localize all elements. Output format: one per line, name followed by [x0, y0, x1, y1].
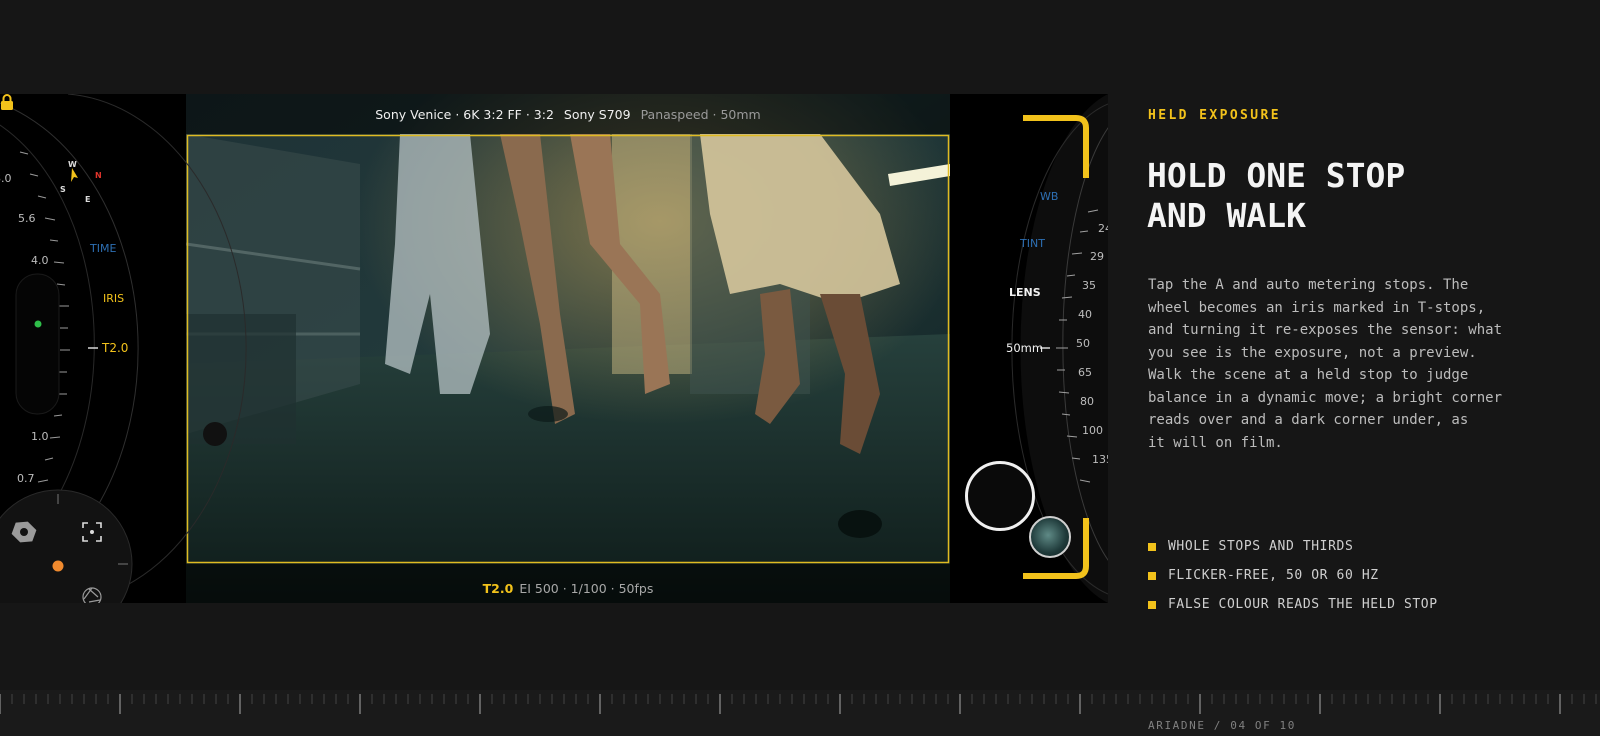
camera-graphics	[0, 94, 1108, 603]
focal-scale-65: 65	[1078, 366, 1092, 379]
compass-n: N	[95, 171, 102, 180]
lens-info: Panaspeed · 50mm	[640, 106, 761, 122]
feature-item: WHOLE STOPS AND THIRDS	[1148, 532, 1438, 561]
iris-scale-1: 1.0	[31, 430, 49, 443]
progress-ruler[interactable]	[0, 690, 1600, 736]
compass-s: S	[60, 185, 66, 194]
mode-wb[interactable]: WB	[1040, 190, 1058, 203]
tstop-readout: T2.0	[482, 580, 514, 596]
viewfinder-bottom-bar: T2.0 EI 500 · 1/100 · 50fps	[186, 574, 950, 602]
lens-model: Sony S709	[563, 106, 631, 122]
viewfinder-top-bar: Sony Venice · 6K 3:2 FF · 3:2 Sony S709 …	[186, 94, 950, 134]
focal-scale-135: 135	[1092, 453, 1108, 466]
focal-scale-100: 100	[1082, 424, 1103, 437]
iris-scale-5-6: 5.6	[18, 212, 36, 225]
last-capture-thumbnail[interactable]	[1029, 516, 1071, 558]
section-eyebrow: HELD EXPOSURE	[1148, 108, 1281, 123]
feature-label: FLICKER-FREE, 50 OR 60 HZ	[1168, 568, 1379, 583]
mode-time[interactable]: TIME	[90, 242, 116, 255]
shutter-button[interactable]	[965, 461, 1035, 531]
iris-scale-8: 8.0	[0, 172, 12, 185]
body-line: Tap the A and auto metering stops. The	[1148, 277, 1469, 293]
headline-line: AND WALK	[1147, 196, 1306, 235]
compass-w: W	[68, 160, 77, 169]
body-line: wheel becomes an iris marked in T-stops,	[1148, 299, 1486, 316]
iris-value: T2.0	[102, 341, 129, 355]
focal-scale-35: 35	[1082, 279, 1096, 292]
body-line: you see is the exposure, not a preview.	[1148, 344, 1477, 361]
camera-format: Sony Venice · 6K 3:2 FF · 3:2	[375, 106, 554, 122]
focal-scale-80: 80	[1080, 395, 1094, 408]
bullet-icon	[1148, 600, 1156, 609]
camera-ui: Sony Venice · 6K 3:2 FF · 3:2 Sony S709 …	[0, 94, 1108, 603]
bullet-icon	[1148, 542, 1156, 551]
lock-icon[interactable]	[0, 94, 14, 110]
body-line: reads over and a dark corner under, as	[1148, 412, 1469, 428]
body-line: balance in a dynamic move; a bright corn…	[1148, 389, 1503, 406]
body-line: and turning it re-exposes the sensor: wh…	[1148, 322, 1503, 338]
mode-iris[interactable]: IRIS	[103, 292, 124, 305]
focal-scale-29: 29	[1090, 250, 1104, 263]
headline: HOLD ONE STOP AND WALK	[1147, 156, 1567, 236]
bullet-icon	[1148, 571, 1156, 580]
mode-lens[interactable]: LENS	[1009, 286, 1041, 299]
orange-indicator	[52, 560, 64, 572]
exposure-readout: EI 500 · 1/100 · 50fps	[519, 580, 654, 596]
feature-label: WHOLE STOPS AND THIRDS	[1168, 539, 1354, 554]
feature-item: FLICKER-FREE, 50 OR 60 HZ	[1148, 561, 1438, 590]
feature-list: WHOLE STOPS AND THIRDS FLICKER-FREE, 50 …	[1148, 532, 1438, 619]
body-line: it will on film.	[1148, 434, 1283, 451]
viewfinder-scene	[186, 94, 950, 603]
compass-e: E	[85, 195, 91, 204]
body-line: Walk the scene at a held stop to judge	[1148, 367, 1469, 383]
headline-line: HOLD ONE STOP	[1147, 156, 1406, 195]
feature-label: FALSE COLOUR READS THE HELD STOP	[1168, 597, 1438, 612]
focal-scale-50: 50	[1076, 337, 1090, 350]
focal-scale-40: 40	[1078, 308, 1092, 321]
feature-item: FALSE COLOUR READS THE HELD STOP	[1148, 590, 1438, 619]
focal-scale-24: 24	[1098, 222, 1108, 235]
iris-scale-4: 4.0	[31, 254, 49, 267]
iris-scale-0-7: 0.7	[17, 472, 35, 485]
body-copy: Tap the A and auto metering stops. The w…	[1148, 274, 1548, 454]
focal-length-value: 50mm	[1006, 341, 1044, 355]
mode-tint[interactable]: TINT	[1020, 237, 1045, 250]
slide-counter: ARIADNE / 04 OF 10	[1148, 719, 1297, 732]
record-indicator	[34, 320, 42, 328]
